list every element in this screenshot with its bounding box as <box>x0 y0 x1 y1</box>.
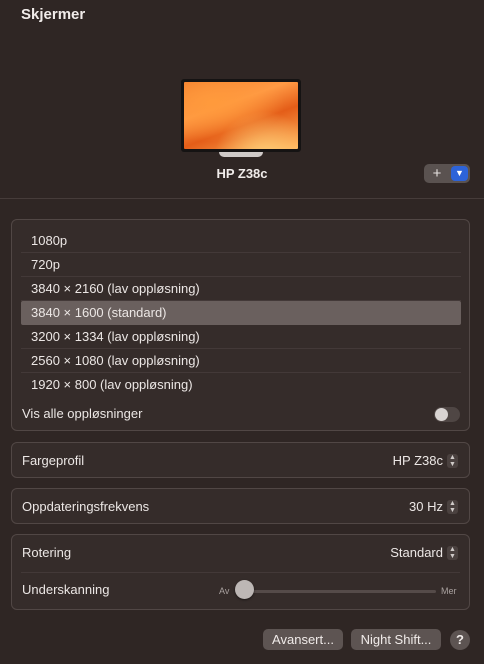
color-profile-value[interactable]: HP Z38c <box>393 453 443 468</box>
resolution-item[interactable]: 2560 × 1080 (lav oppløsning) <box>21 349 461 373</box>
refresh-rate-label: Oppdateringsfrekvens <box>22 499 150 514</box>
underscan-label: Underskanning <box>22 582 110 597</box>
resolution-item[interactable]: 1080p <box>21 229 461 253</box>
add-display-button[interactable]: + ▼ <box>424 164 470 183</box>
monitor-stand <box>219 152 263 157</box>
resolution-item[interactable]: 1920 × 800 (lav oppløsning) <box>21 373 461 397</box>
rotation-underscan-panel: Rotering Standard ▲ ▼ Underskanning Av Me… <box>11 534 470 610</box>
up-down-chevron-icon[interactable]: ▲ ▼ <box>447 500 458 514</box>
resolution-item[interactable]: 3200 × 1334 (lav oppløsning) <box>21 325 461 349</box>
up-down-chevron-icon[interactable]: ▲ ▼ <box>447 454 458 468</box>
toggle-knob <box>435 408 448 421</box>
refresh-rate-row[interactable]: Oppdateringsfrekvens 30 Hz ▲ ▼ <box>11 488 470 524</box>
help-button[interactable]: ? <box>450 630 470 650</box>
plus-icon[interactable]: + <box>424 164 450 183</box>
display-header: Skjermer HP Z38c + ▼ <box>0 0 484 198</box>
display-name: HP Z38c <box>216 166 268 181</box>
monitor-frame <box>181 79 301 152</box>
advanced-button[interactable]: Avansert... <box>263 629 343 650</box>
color-profile-row[interactable]: Fargeprofil HP Z38c ▲ ▼ <box>11 442 470 478</box>
resolution-item[interactable]: 720p <box>21 253 461 277</box>
color-profile-label: Fargeprofil <box>22 453 85 468</box>
night-shift-button[interactable]: Night Shift... <box>351 629 441 650</box>
chevron-down-icon[interactable]: ▼ <box>451 166 468 181</box>
resolution-item[interactable]: 3840 × 2160 (lav oppløsning) <box>21 277 461 301</box>
rotation-label: Rotering <box>22 545 72 560</box>
resolution-item-selected[interactable]: 3840 × 1600 (standard) <box>21 301 461 325</box>
rotation-value[interactable]: Standard <box>390 545 443 560</box>
show-all-resolutions-toggle[interactable] <box>434 407 460 422</box>
page-title: Skjermer <box>21 6 86 23</box>
slider-max-label: Mer <box>441 586 457 596</box>
wallpaper-preview <box>184 82 298 149</box>
row-divider <box>21 572 460 573</box>
resolution-list: 1080p 720p 3840 × 2160 (lav oppløsning) … <box>21 229 461 397</box>
header-divider <box>0 198 484 199</box>
underscan-slider-track[interactable] <box>242 590 436 593</box>
show-all-resolutions-label: Vis alle oppløsninger <box>22 406 143 421</box>
refresh-rate-value[interactable]: 30 Hz <box>409 499 443 514</box>
slider-min-label: Av <box>219 586 230 596</box>
monitor-thumbnail[interactable] <box>181 79 301 157</box>
up-down-chevron-icon[interactable]: ▲ ▼ <box>447 546 458 560</box>
resolution-panel: 1080p 720p 3840 × 2160 (lav oppløsning) … <box>11 219 470 431</box>
underscan-slider-knob[interactable] <box>235 580 254 599</box>
